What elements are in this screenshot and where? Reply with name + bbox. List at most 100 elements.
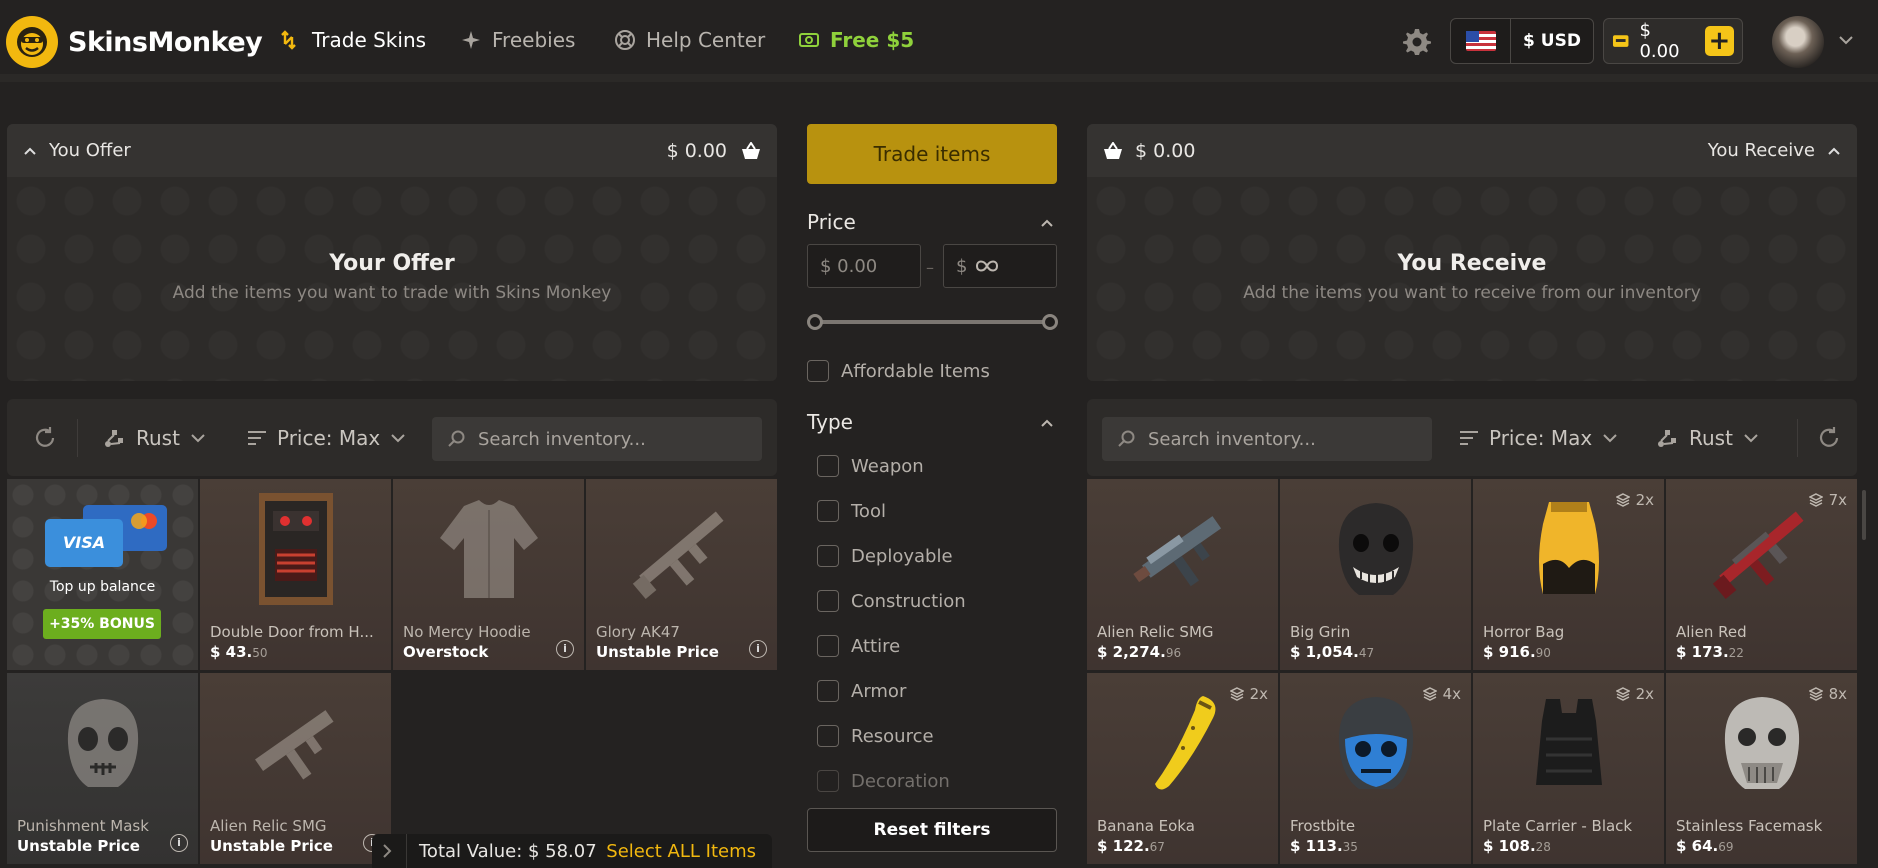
store-item-card[interactable]: 2x Banana Eoka $ 122.67 — [1087, 673, 1278, 864]
checkbox[interactable] — [817, 770, 839, 792]
store-item-card[interactable]: Alien Relic SMG $ 2,274.96 — [1087, 479, 1278, 670]
nav-freebies[interactable]: Freebies — [460, 28, 575, 52]
price-range-dash: – — [926, 258, 934, 277]
divider — [1797, 419, 1798, 457]
inventory-item-card[interactable]: Alien Relic SMG Unstable Price i — [200, 673, 391, 864]
currency-selector[interactable]: $ USD — [1450, 18, 1594, 64]
type-label: Attire — [851, 635, 901, 657]
chevron-down-icon[interactable] — [1838, 34, 1854, 46]
type-option-deployable[interactable]: Deployable — [817, 545, 953, 567]
checkbox[interactable] — [817, 545, 839, 567]
price-filter-title[interactable]: Price — [807, 210, 856, 234]
store-item-card[interactable]: 2x Horror Bag $ 916.90 — [1473, 479, 1664, 670]
trade-items-button[interactable]: Trade items — [807, 124, 1057, 184]
type-option-attire[interactable]: Attire — [817, 635, 900, 657]
refresh-icon[interactable] — [33, 426, 57, 450]
price-max-prefix: $ — [956, 255, 968, 277]
chevron-up-icon[interactable] — [23, 146, 37, 156]
reset-filters-button[interactable]: Reset filters — [807, 808, 1057, 852]
inventory-item-card[interactable]: Glory AK47 Unstable Price i — [586, 479, 777, 670]
info-icon[interactable]: i — [170, 834, 188, 852]
chevron-up-icon[interactable] — [1827, 146, 1841, 156]
type-option-construction[interactable]: Construction — [817, 590, 966, 612]
left-game-select[interactable]: Rust — [102, 399, 206, 476]
nav-trade-skins[interactable]: Trade Skins — [280, 28, 426, 52]
settings-gear-icon[interactable] — [1402, 27, 1432, 57]
type-label: Deployable — [851, 545, 953, 567]
checkbox[interactable] — [817, 725, 839, 747]
checkbox[interactable] — [807, 360, 829, 382]
total-value-label: Total Value: $ 58.07 — [419, 840, 597, 862]
chevron-up-icon[interactable] — [1040, 416, 1054, 430]
nav-help-center[interactable]: Help Center — [614, 28, 765, 52]
checkbox[interactable] — [817, 455, 839, 477]
price-min-input[interactable]: $ 0.00 — [807, 244, 921, 288]
item-name: Double Door from H... — [210, 623, 374, 641]
left-sort-select[interactable]: Price: Max — [247, 399, 406, 476]
refresh-icon[interactable] — [1817, 426, 1841, 450]
type-filter-title[interactable]: Type — [807, 410, 853, 434]
checkbox[interactable] — [817, 590, 839, 612]
cash-icon — [799, 33, 819, 47]
affordable-items-checkbox[interactable]: Affordable Items — [807, 360, 990, 382]
price-max-input[interactable]: $ — [943, 244, 1057, 288]
receive-panel-header[interactable]: $ 0.00 You Receive — [1087, 124, 1857, 177]
left-search-input[interactable]: Search inventory... — [432, 417, 762, 461]
type-option-resource[interactable]: Resource — [817, 725, 934, 747]
right-grid-scrollbar[interactable] — [1862, 490, 1866, 540]
item-status: Overstock — [403, 643, 489, 661]
right-game-select[interactable]: Rust — [1655, 399, 1759, 476]
type-option-weapon[interactable]: Weapon — [817, 455, 924, 477]
red-rifle-item-image — [1666, 479, 1857, 619]
info-icon[interactable]: i — [749, 640, 767, 658]
brand-logo[interactable]: SkinsMonkey — [6, 16, 263, 68]
chevron-up-icon[interactable] — [1040, 216, 1054, 230]
add-funds-button[interactable]: + — [1704, 26, 1734, 56]
store-item-card[interactable]: Big Grin $ 1,054.47 — [1280, 479, 1471, 670]
right-search-input[interactable]: Search inventory... — [1102, 417, 1432, 461]
chevron-right-icon[interactable] — [380, 843, 394, 859]
inventory-item-card[interactable]: No Mercy Hoodie Overstock i — [393, 479, 584, 670]
type-option-armor[interactable]: Armor — [817, 680, 906, 702]
basket-icon — [742, 141, 760, 159]
double-door-item-image — [200, 479, 391, 619]
monkey-logo-icon — [6, 16, 58, 68]
type-label: Decoration — [851, 770, 950, 792]
checkbox[interactable] — [817, 635, 839, 657]
checkbox[interactable] — [817, 680, 839, 702]
type-option-tool[interactable]: Tool — [817, 500, 886, 522]
offer-panel-header[interactable]: You Offer $ 0.00 — [7, 124, 777, 177]
type-label: Armor — [851, 680, 907, 702]
store-item-card[interactable]: 7x Alien Red $ 173.22 — [1666, 479, 1857, 670]
inventory-item-card[interactable]: Double Door from H... $ 43.50 — [200, 479, 391, 670]
price-slider-max-handle[interactable] — [1042, 314, 1058, 330]
nav-free-five[interactable]: Free $5 — [798, 28, 914, 52]
info-icon[interactable]: i — [556, 640, 574, 658]
inventory-item-card[interactable]: Punishment Mask Unstable Price i — [7, 673, 198, 864]
type-option-decoration[interactable]: Decoration — [817, 770, 950, 792]
right-sort-select[interactable]: Price: Max — [1459, 399, 1618, 476]
offer-empty-area: Your Offer Add the items you want to tra… — [7, 177, 777, 381]
brand-name: SkinsMonkey — [68, 26, 263, 58]
item-status: Unstable Price — [210, 837, 333, 855]
balance-widget[interactable]: $ 0.00 + — [1603, 18, 1743, 64]
affordable-items-label: Affordable Items — [841, 360, 990, 382]
banana-eoka-item-image — [1087, 673, 1278, 813]
topup-card[interactable]: VISA Top up balance +35% BONUS — [7, 479, 198, 670]
user-avatar[interactable] — [1772, 16, 1824, 68]
plate-carrier-item-image — [1473, 673, 1664, 813]
item-status: Unstable Price — [596, 643, 719, 661]
price-slider-min-handle[interactable] — [807, 314, 823, 330]
nav-help-center-label: Help Center — [646, 28, 766, 52]
nav-freebies-label: Freebies — [492, 28, 576, 52]
store-item-card[interactable]: 8x Stainless Facemask $ 64.69 — [1666, 673, 1857, 864]
store-item-card[interactable]: 2x Plate Carrier - Black $ 108.28 — [1473, 673, 1664, 864]
chevron-down-icon — [191, 433, 205, 442]
checkbox[interactable] — [817, 500, 839, 522]
search-icon — [448, 430, 465, 447]
bonus-badge: +35% BONUS — [43, 609, 161, 639]
type-label: Resource — [851, 725, 934, 747]
select-all-link[interactable]: Select ALL Items — [606, 841, 756, 862]
price-slider-track[interactable] — [815, 320, 1050, 324]
store-item-card[interactable]: 4x Frostbite $ 113.35 — [1280, 673, 1471, 864]
